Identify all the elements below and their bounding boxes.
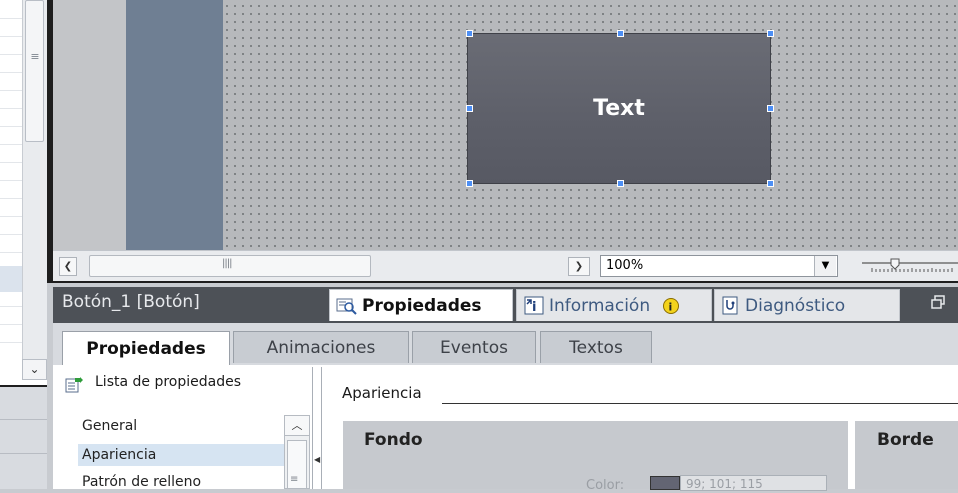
button-widget-label: Text [593,96,645,121]
resize-handle-nw[interactable] [466,30,473,37]
restore-window-icon[interactable] [930,294,946,310]
fondo-title: Fondo [364,430,423,450]
property-list-title[interactable]: Lista de propiedades [95,374,241,390]
tab-diagnostico[interactable]: Diagnóstico [714,289,900,321]
zoom-slider[interactable] [862,257,958,275]
canvas-margin [53,0,126,250]
properties-icon [336,298,357,315]
scroll-grip-icon: ≡ [290,474,299,485]
scroll-grip-icon: |||| [222,258,233,269]
subtab-textos[interactable]: Textos [540,331,652,363]
subtab-propiedades[interactable]: Propiedades [62,331,230,365]
color-swatch[interactable] [650,476,680,490]
selected-object-title: Botón_1 [Botón] [62,292,200,312]
resize-handle-ne[interactable] [767,30,774,37]
tab-informacion[interactable]: i Información i [516,289,712,321]
tab-propiedades[interactable]: Propiedades [329,289,513,321]
diagnostics-icon [722,296,738,314]
collapse-arrow-icon[interactable]: ◀ [314,455,320,464]
panel-splitter[interactable] [312,367,322,489]
subtab-animaciones[interactable]: Animaciones [233,331,409,363]
svg-text:i: i [532,300,536,315]
color-label: Color: [586,478,625,493]
resize-handle-sw[interactable] [466,180,473,187]
resize-handle-w[interactable] [466,105,473,112]
resize-handle-n[interactable] [617,30,624,37]
warning-info-icon: i [663,297,680,314]
zoom-value: 100% [606,258,644,273]
svg-text:i: i [669,300,673,313]
resize-handle-s[interactable] [617,180,624,187]
tab-informacion-label: Información [549,295,651,316]
subtab-eventos[interactable]: Eventos [412,331,536,363]
borde-title: Borde [877,430,934,450]
button-widget[interactable]: Text [467,33,771,184]
tab-diagnostico-label: Diagnóstico [745,295,846,316]
nav-item-patron-relleno[interactable]: Patrón de relleno [78,471,284,493]
scroll-grip-icon: ≡ [30,50,40,63]
screen-edge [126,0,223,250]
info-icon: i [524,296,544,315]
property-list-icon [65,377,83,393]
chevron-up-icon[interactable]: ︿ [285,416,309,436]
resize-handle-e[interactable] [767,105,774,112]
chevron-right-icon[interactable]: ❯ [568,257,590,276]
tree-scroll-thumb[interactable] [25,0,44,142]
tab-propiedades-label: Propiedades [362,295,482,316]
chevron-left-icon[interactable]: ❮ [59,257,77,276]
nav-item-general[interactable]: General [78,415,284,437]
resize-handle-se[interactable] [767,180,774,187]
dropdown-arrow-icon[interactable]: ▼ [814,256,836,276]
chevron-down-icon[interactable]: ⌄ [22,359,47,380]
tree-item-selected[interactable] [0,266,22,292]
section-title: Apariencia [342,384,422,402]
nav-item-apariencia[interactable]: Apariencia [78,444,284,466]
tree-bottom-panel [0,385,47,489]
section-divider [442,403,958,404]
